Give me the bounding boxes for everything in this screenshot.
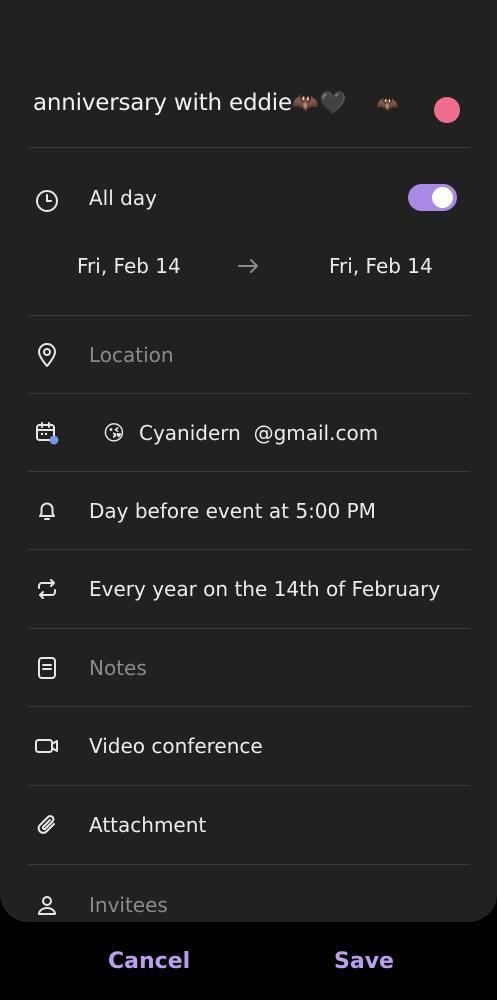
video-icon: [34, 733, 60, 759]
video-conference-row[interactable]: Video conference: [0, 707, 497, 785]
title-row: anniversary with eddie🦇🖤 🦇: [0, 80, 497, 136]
location-input[interactable]: Location: [89, 343, 174, 367]
bat-sticker-icon: 🦇: [376, 94, 399, 115]
cancel-button[interactable]: Cancel: [108, 949, 190, 974]
video-conference-label: Video conference: [89, 734, 263, 758]
attachment-row[interactable]: Attachment: [0, 786, 497, 864]
paperclip-icon: [34, 812, 60, 838]
location-row[interactable]: Location: [0, 316, 497, 394]
all-day-label: All day: [89, 186, 157, 210]
location-pin-icon: [34, 342, 60, 368]
event-title-text: anniversary with eddie: [33, 90, 292, 116]
reminder-row[interactable]: Day before event at 5:00 PM: [0, 472, 497, 550]
clock-icon: [34, 188, 60, 214]
bell-icon: [34, 498, 60, 524]
divider: [28, 864, 470, 865]
notes-icon: [34, 655, 60, 681]
event-color-picker[interactable]: [434, 97, 460, 123]
repeat-label: Every year on the 14th of February: [89, 577, 441, 601]
notes-input[interactable]: Notes: [89, 656, 147, 680]
repeat-icon: [34, 576, 60, 602]
start-date[interactable]: Fri, Feb 14: [77, 254, 181, 278]
arrow-right-icon: [236, 254, 262, 278]
sticker-button[interactable]: 🦇: [376, 94, 408, 118]
footer-bar: Cancel Save: [0, 922, 497, 1000]
reminder-label: Day before event at 5:00 PM: [89, 499, 376, 523]
title-emoji: 🦇🖤: [291, 91, 347, 116]
save-button[interactable]: Save: [334, 949, 394, 974]
calendar-account-icon: [34, 420, 60, 446]
end-date[interactable]: Fri, Feb 14: [329, 254, 433, 278]
repeat-row[interactable]: Every year on the 14th of February: [0, 550, 497, 628]
divider: [28, 147, 470, 148]
event-title-input[interactable]: anniversary with eddie🦇🖤: [33, 90, 347, 116]
invitees-input[interactable]: Invitees: [89, 893, 168, 917]
invitees-row[interactable]: Invitees: [0, 866, 497, 922]
notes-row[interactable]: Notes: [0, 629, 497, 707]
account-emoji: 😘: [103, 421, 125, 445]
person-icon: [34, 892, 60, 918]
account-name: Cyanidern: [139, 421, 241, 445]
toggle-knob: [432, 187, 453, 208]
account-domain: @gmail.com: [253, 421, 379, 445]
all-day-toggle[interactable]: [408, 184, 457, 211]
calendar-account-row[interactable]: 😘 Cyanidern @gmail.com: [0, 394, 497, 472]
attachment-label: Attachment: [89, 813, 207, 837]
event-editor-sheet: anniversary with eddie🦇🖤 🦇 All day Fri, …: [0, 0, 497, 922]
account-label: Cyanidern @gmail.com: [139, 421, 378, 445]
